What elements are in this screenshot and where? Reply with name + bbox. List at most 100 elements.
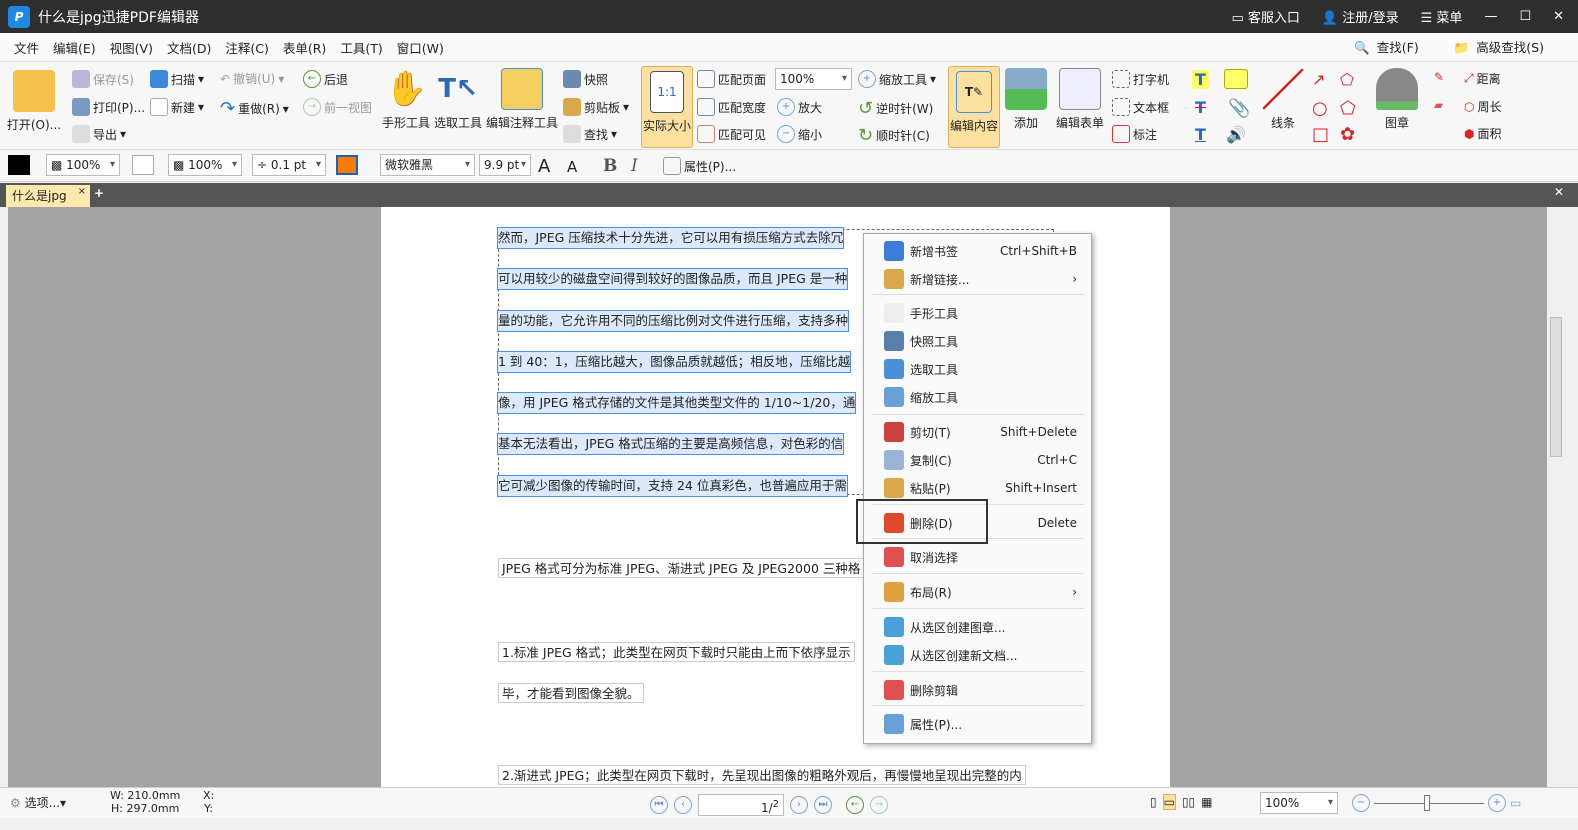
hand-tool-button[interactable]: ✋ 手形工具 (380, 68, 432, 131)
zoom-in-icon[interactable]: + (1488, 794, 1506, 812)
status-zoom-select[interactable]: 100% (1260, 792, 1338, 814)
context-menu-item[interactable]: 取消选择 (864, 544, 1091, 570)
callout-button[interactable]: 标注 (1112, 125, 1157, 143)
snapshot-button[interactable]: 快照 (563, 70, 608, 88)
customer-service-link[interactable]: ▭ 客服入口 (1231, 7, 1299, 26)
last-page-button[interactable]: ⏭ (814, 796, 832, 814)
font-size-select[interactable]: 9.9 pt (479, 154, 531, 176)
sound-icon[interactable]: 🔊 (1226, 125, 1246, 144)
find-button[interactable]: 🔍 查找(F) (1347, 37, 1433, 56)
pencil-button[interactable]: ✎ (1434, 70, 1444, 84)
zoom-out-button[interactable]: − 缩小 (777, 125, 822, 143)
line-width-select[interactable]: ÷ 0.1 pt (252, 154, 326, 176)
stroke-color-swatch[interactable] (8, 155, 30, 175)
previous-view-button[interactable]: → 前一视图 (303, 98, 372, 116)
strikeout-button[interactable]: T (1192, 98, 1209, 117)
text-line[interactable]: 像，用 JPEG 格式存储的文件是其他类型文件的 1/10~1/20，通 (496, 392, 857, 414)
edit-form-button[interactable]: 编辑表单 (1054, 68, 1106, 131)
fit-width-button[interactable]: 匹配宽度 (697, 98, 766, 116)
text-line[interactable]: 1.标准 JPEG 格式；此类型在网页下载时只能由上而下依序显示 (498, 642, 855, 662)
new-button[interactable]: 新建 ▾ (150, 98, 204, 116)
close-all-tabs-button[interactable]: ✕ (1554, 185, 1564, 199)
menu-form[interactable]: 表单(R) (276, 38, 333, 57)
underline-button[interactable]: T (1192, 125, 1209, 144)
menu-tools[interactable]: 工具(T) (333, 38, 389, 57)
context-menu-item[interactable]: 手形工具 (864, 300, 1091, 326)
login-link[interactable]: 👤 注册/登录 (1322, 7, 1399, 26)
fit-page-button[interactable]: 匹配页面 (697, 70, 766, 88)
new-tab-button[interactable]: + (94, 186, 104, 200)
polygon-shape-button[interactable]: ⬠ (1340, 98, 1356, 119)
zoom-in-button[interactable]: + 放大 (777, 98, 822, 116)
context-menu-item[interactable]: 快照工具 (864, 328, 1091, 354)
save-button[interactable]: 保存(S) (72, 70, 134, 88)
eraser-button[interactable]: ▰ (1434, 98, 1443, 112)
text-line[interactable]: JPEG 格式可分为标准 JPEG、渐进式 JPEG 及 JPEG2000 三种… (498, 558, 865, 578)
edit-annotation-tool-button[interactable]: 编辑注释工具 (486, 68, 558, 131)
context-menu-item[interactable]: 新增链接... › (864, 266, 1091, 292)
italic-button[interactable]: I (631, 156, 638, 176)
menu-window[interactable]: 窗口(W) (390, 38, 451, 57)
context-menu-item[interactable]: 新增书签 Ctrl+Shift+B (864, 238, 1091, 264)
page-number-input[interactable]: 1/2 (698, 794, 784, 816)
next-page-button[interactable]: › (790, 796, 808, 814)
area-button[interactable]: ⬢ 面积 (1464, 125, 1502, 142)
document-viewport[interactable]: 然而，JPEG 压缩技术十分先进，它可以用有损压缩方式去除冗 可以用较少的磁盘空… (8, 207, 1547, 787)
context-menu-item[interactable]: 粘贴(P) Shift+Insert (864, 475, 1091, 501)
select-tool-button[interactable]: T↖ 选取工具 (432, 68, 484, 131)
circle-shape-button[interactable]: ○ (1312, 98, 1328, 119)
context-menu-item[interactable]: 属性(P)... (864, 711, 1091, 737)
perimeter-button[interactable]: ⬡ 周长 (1464, 98, 1502, 115)
facing-pages-icon[interactable]: ▯▯ (1182, 795, 1195, 809)
options-button[interactable]: ⚙ 选项... ▾ (10, 794, 66, 811)
context-menu-item[interactable]: 从选区创建图章... (864, 614, 1091, 640)
menu-view[interactable]: 视图(V) (103, 38, 160, 57)
continuous-page-icon[interactable]: ▭ (1162, 794, 1176, 810)
note-icon[interactable] (1224, 69, 1248, 89)
export-button[interactable]: 导出 ▾ (72, 125, 126, 143)
text-line[interactable]: 它可减少图像的传输时间，支持 24 位真彩色，也普遍应用于需 (497, 475, 848, 497)
lines-button[interactable]: 线条 (1258, 68, 1308, 131)
scan-button[interactable]: 扫描 ▾ (150, 70, 204, 88)
fill-opacity-select[interactable]: ▩ 100% (46, 154, 120, 176)
rotate-ccw-button[interactable]: ↺ 逆时针(W) (858, 98, 933, 119)
zoom-select[interactable]: 100% (775, 68, 852, 90)
stroke-opacity-select[interactable]: ▩ 100% (168, 154, 242, 176)
fill-color-swatch[interactable] (132, 155, 154, 175)
arrow-shape-button[interactable]: ↗ (1312, 70, 1325, 89)
scrollbar-thumb[interactable] (1550, 317, 1562, 457)
zoom-slider[interactable] (1374, 794, 1484, 811)
fit-visible-button[interactable]: 匹配可见 (697, 125, 766, 143)
context-menu-item[interactable]: 缩放工具 (864, 384, 1091, 410)
forward-nav-button[interactable]: → (870, 796, 888, 814)
clipboard-button[interactable]: 剪贴板 ▾ (563, 98, 629, 116)
context-menu-item[interactable]: 删除剪辑 (864, 677, 1091, 703)
back-button[interactable]: ← 后退 (303, 70, 348, 88)
continuous-facing-icon[interactable]: ▦ (1201, 795, 1212, 809)
close-tab-icon[interactable]: × (78, 181, 86, 203)
redo-button[interactable]: ↷ 重做(R) ▾ (220, 98, 289, 119)
add-button[interactable]: 添加 (1003, 68, 1049, 131)
advanced-find-button[interactable]: 📁 高级查找(S) (1447, 37, 1558, 56)
text-line[interactable]: 然而，JPEG 压缩技术十分先进，它可以用有损压缩方式去除冗 (496, 227, 845, 249)
highlight-text-button[interactable]: T (1192, 70, 1209, 89)
attachment-icon[interactable]: 📎 (1228, 98, 1250, 119)
minimize-button[interactable]: — (1484, 9, 1497, 24)
edit-content-button[interactable]: T✎ 编辑内容 (948, 66, 1000, 148)
text-line[interactable]: 基本无法看出，JPEG 格式压缩的主要是高频信息，对色彩的信 (496, 433, 845, 455)
close-button[interactable]: ✕ (1553, 9, 1564, 24)
maximize-button[interactable]: ☐ (1519, 9, 1531, 24)
back-nav-button[interactable]: ← (846, 796, 864, 814)
text-line[interactable]: 2.渐进式 JPEG；此类型在网页下载时，先呈现出图像的粗略外观后，再慢慢地呈现… (498, 765, 1026, 785)
menu-file[interactable]: 文件 (7, 38, 46, 57)
menu-document[interactable]: 文档(D) (160, 38, 218, 57)
zoom-slider-thumb[interactable] (1424, 794, 1430, 811)
first-page-button[interactable]: ⏮ (650, 796, 668, 814)
polyline-shape-button[interactable]: ⬠ (1340, 70, 1354, 89)
find-tool-button[interactable]: 查找 ▾ (563, 125, 617, 143)
stamp-button[interactable]: 图章 (1372, 68, 1422, 131)
single-page-icon[interactable]: ▯ (1150, 795, 1157, 809)
textbox-button[interactable]: 文本框 (1112, 98, 1169, 116)
menu-comment[interactable]: 注释(C) (218, 38, 275, 57)
distance-button[interactable]: ⤢ 距离 (1464, 70, 1501, 87)
